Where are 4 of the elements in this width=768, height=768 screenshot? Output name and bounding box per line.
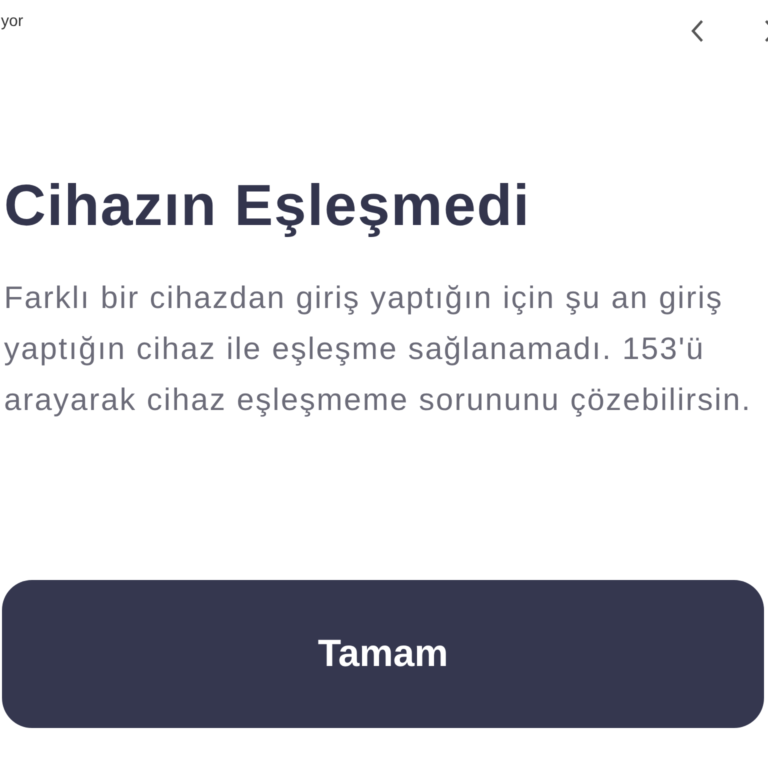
ok-button[interactable]: Tamam (2, 580, 764, 728)
dialog-title: Cihazın Eşleşmedi (4, 174, 532, 238)
truncated-text: yor (1, 12, 24, 32)
dialog-message: Farklı bir cihazdan giriş yaptığın için şu an giriş yaptığın cihaz ile eşleşme sağlanamadı. 153'ü arayarak cihaz eşleşmeme sorununu çözebilirsin. (4, 279, 753, 419)
